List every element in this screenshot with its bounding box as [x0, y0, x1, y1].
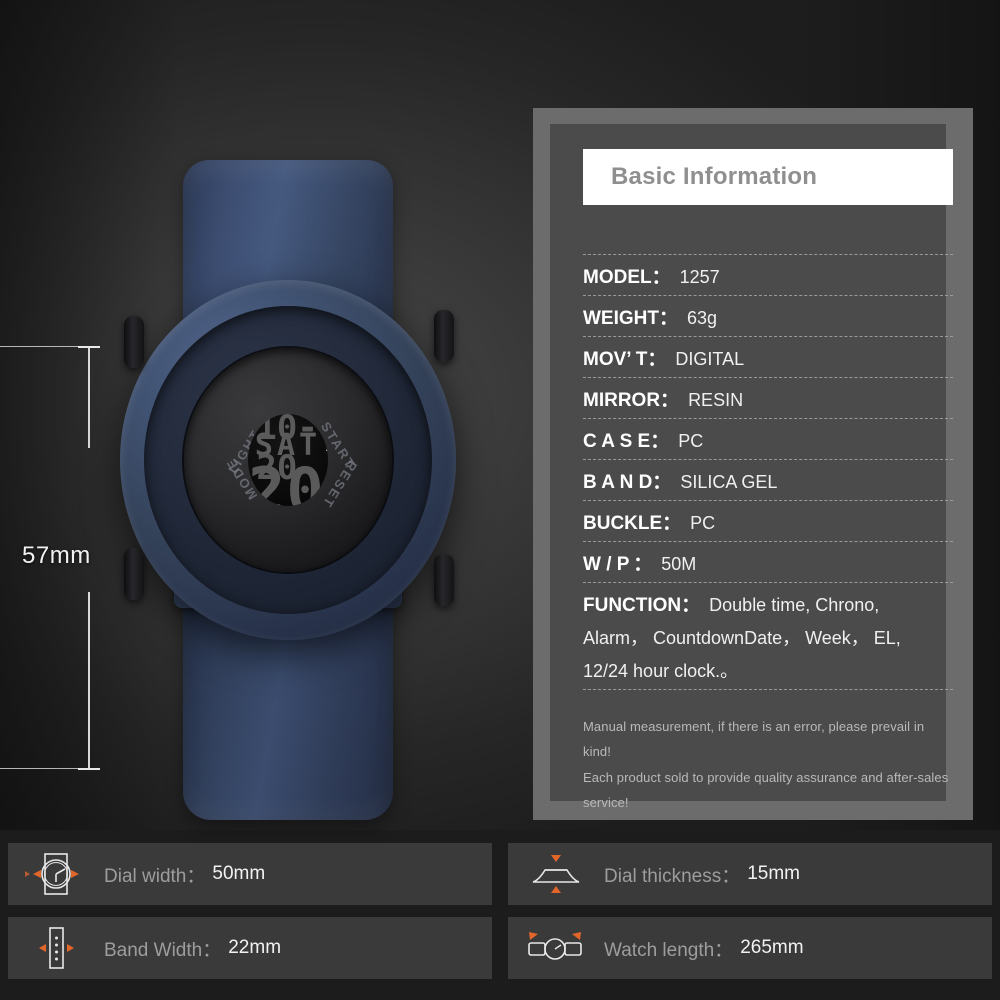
spec-key: MIRROR：	[583, 390, 680, 411]
spec-value: 63g	[687, 308, 718, 328]
lcd-sub-time: 10-20	[256, 414, 318, 488]
product-image-stage: 57mm LIGHT START MODE RESET SAT 20 10-20…	[0, 0, 1000, 1000]
spec-row-model: MODEL： 1257	[583, 254, 953, 295]
spec-key: W / P ：	[583, 554, 653, 575]
spec-key: B A N D：	[583, 472, 672, 493]
feature-value: 15mm	[747, 863, 801, 884]
basic-information-panel: Basic Information MODEL： 1257 WEIGHT： 63…	[550, 124, 953, 810]
spec-key: MODEL：	[583, 267, 671, 288]
spec-row-case: C A S E： PC	[583, 418, 953, 459]
pusher-right-bottom	[434, 554, 454, 606]
watch-case-inner-ring: LIGHT START MODE RESET SAT 20:3059 24H S…	[144, 306, 432, 614]
feature-label: Band Width：	[104, 939, 222, 961]
height-tick-top	[78, 346, 100, 348]
spec-value: Double time, Chrono,	[709, 595, 880, 615]
function-line-3: 12/24 hour clock.。	[583, 661, 739, 681]
spec-row-function: FUNCTION： Double time, Chrono, Alarm， Co…	[583, 582, 953, 690]
disclaimer-line-1: Manual measurement, if there is an error…	[583, 719, 925, 760]
watch-length-icon	[508, 924, 604, 972]
height-tick-bottom	[78, 768, 100, 770]
feature-label: Dial thickness：	[604, 865, 741, 887]
watch-bezel: LIGHT START MODE RESET SAT 20:3059 24H S…	[184, 348, 392, 572]
spec-value: RESIN	[688, 390, 744, 410]
spec-row-mirror: MIRROR： RESIN	[583, 377, 953, 418]
lcd-secondary-row: 24H SNZ 10-20 ALM	[248, 414, 328, 488]
spec-value: SILICA GEL	[680, 472, 778, 492]
spec-row-buckle: BUCKLE： PC	[583, 500, 953, 541]
lcd-flag-alm: ALM	[326, 442, 328, 454]
spec-value: 50M	[661, 554, 697, 574]
lcd-screen: SAT 20:3059 24H SNZ 10-20 ALM	[248, 414, 328, 506]
pusher-left-bottom	[124, 548, 144, 600]
watch-case: LIGHT START MODE RESET SAT 20:3059 24H S…	[120, 280, 456, 640]
pusher-right-top	[434, 310, 454, 362]
spec-row-band: B A N D： SILICA GEL	[583, 459, 953, 500]
spec-key: FUNCTION：	[583, 595, 701, 616]
spec-key: MOV’ T：	[583, 349, 667, 370]
measurement-feature-grid: Dial width： 50mm Dial thickness： 15mm Ba…	[0, 840, 1000, 1000]
panel-title-bar: Basic Information	[583, 149, 953, 205]
dial-width-icon	[8, 850, 104, 898]
spec-row-weight: WEIGHT： 63g	[583, 295, 953, 336]
feature-watch-length: Watch length： 265mm	[508, 917, 992, 979]
feature-dial-width: Dial width： 50mm	[8, 843, 492, 905]
spec-key: C A S E：	[583, 431, 670, 452]
height-dimension-label: 57mm	[22, 542, 91, 569]
spec-value: DIGITAL	[675, 349, 745, 369]
disclaimer-block: Manual measurement, if there is an error…	[583, 714, 953, 815]
disclaimer-line-2: Each product sold to provide quality ass…	[583, 769, 949, 811]
feature-label: Watch length：	[604, 939, 734, 961]
band-width-icon	[8, 924, 104, 972]
spec-row-movement: MOV’ T： DIGITAL	[583, 336, 953, 377]
panel-title-text: Basic Information	[611, 163, 818, 190]
spec-key: BUCKLE：	[583, 513, 682, 534]
pusher-left-top	[124, 316, 144, 368]
spec-value: 1257	[679, 267, 720, 287]
watch-illustration: LIGHT START MODE RESET SAT 20:3059 24H S…	[108, 160, 468, 820]
watch-photo-area: 57mm LIGHT START MODE RESET SAT 20 10-20	[0, 100, 520, 898]
feature-value: 50mm	[212, 863, 266, 884]
feature-value: 22mm	[228, 937, 282, 958]
spec-key: WEIGHT：	[583, 308, 678, 329]
spec-value: PC	[690, 513, 716, 533]
feature-value: 265mm	[740, 937, 804, 958]
feature-dial-thickness: Dial thickness： 15mm	[508, 843, 992, 905]
feature-label: Dial width：	[104, 865, 206, 887]
spec-row-water-resistance: W / P ： 50M	[583, 541, 953, 582]
basic-information-panel-frame: Basic Information MODEL： 1257 WEIGHT： 63…	[533, 108, 973, 820]
function-line-2: Alarm， CountdownDate， Week， EL,	[583, 628, 901, 648]
feature-band-width: Band Width： 22mm	[8, 917, 492, 979]
spec-table: MODEL： 1257 WEIGHT： 63g MOV’ T： DIGITAL …	[583, 254, 953, 690]
dial-thickness-icon	[508, 850, 604, 898]
spec-value: PC	[678, 431, 704, 451]
